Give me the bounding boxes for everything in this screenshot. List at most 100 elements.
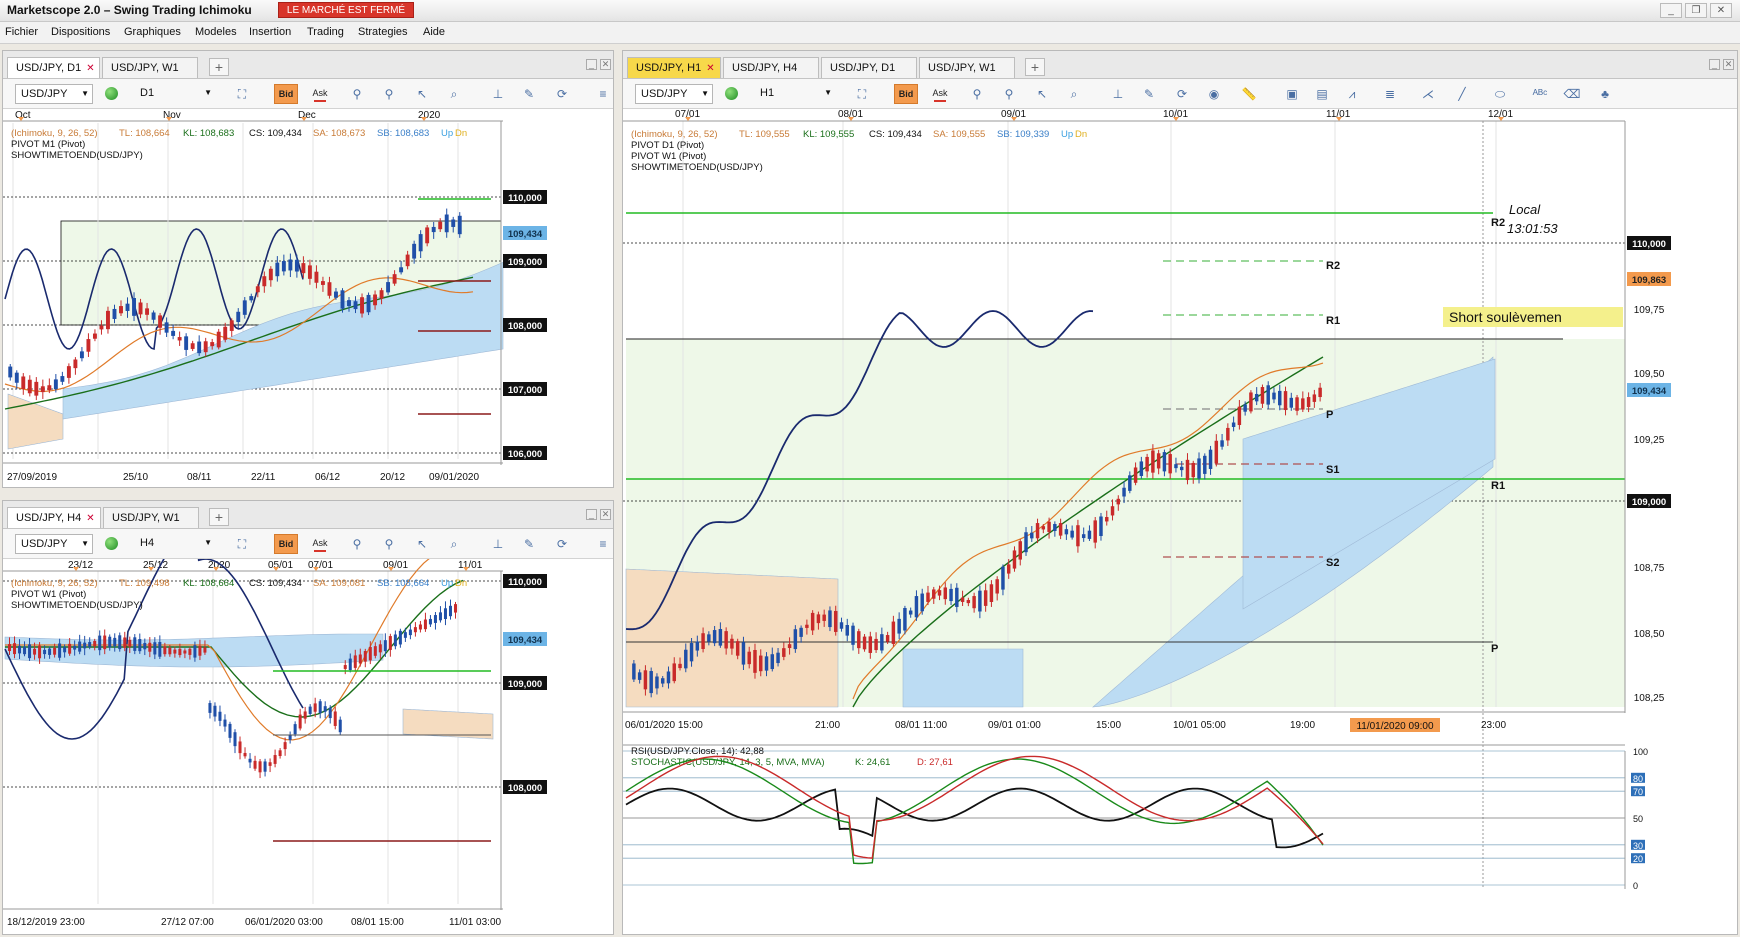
indicator-icon[interactable]: ⊥ — [1109, 85, 1127, 103]
close-tab-icon[interactable]: ✕ — [706, 63, 714, 74]
bid-button[interactable]: Bid — [274, 84, 298, 104]
indicator-icon[interactable]: ⊥ — [489, 85, 507, 103]
indicator-icon[interactable]: ⊥ — [489, 535, 507, 553]
bid-button[interactable]: Bid — [274, 534, 298, 554]
h1-candle — [1058, 523, 1063, 536]
tab-usdjpy-d1[interactable]: USD/JPY, D1 ✕ — [7, 57, 100, 78]
close-icon[interactable]: ✕ — [1710, 3, 1732, 18]
close-panel-icon[interactable]: ✕ — [1723, 59, 1734, 70]
restore-icon[interactable]: ❐ — [1685, 3, 1707, 18]
menu-strategies[interactable]: Strategies — [358, 26, 408, 38]
ask-button[interactable]: Ask — [308, 84, 332, 104]
zoom-icon[interactable]: ⌕ — [445, 85, 463, 103]
ruler-icon[interactable]: 📏 — [1240, 85, 1258, 103]
d1-candle — [307, 265, 312, 279]
chart-toolbar: USD/JPY ▼ H1 ▼ ⛶ Bid Ask ⚲ ⚲ ↖ ⌕ ⊥ ✎ ⟳ ◉ 📏… — [623, 79, 1737, 109]
osc-level-label: 70 — [1633, 787, 1643, 797]
close-panel-icon[interactable]: ✕ — [600, 509, 611, 520]
menu-modeles[interactable]: Modeles — [195, 26, 237, 38]
close-tab-icon[interactable]: ✕ — [86, 513, 94, 524]
zoom-icon[interactable]: ⌕ — [445, 535, 463, 553]
zoom-in-icon[interactable]: ⚲ — [348, 85, 366, 103]
zoom-out-icon[interactable]: ⚲ — [1000, 85, 1018, 103]
symbol-select[interactable]: USD/JPY ▼ — [635, 84, 713, 104]
zoom-in-icon[interactable]: ⚲ — [968, 85, 986, 103]
ask-button[interactable]: Ask — [928, 84, 952, 104]
menu-insertion[interactable]: Insertion — [249, 26, 291, 38]
add-tab-button[interactable]: + — [1025, 58, 1045, 76]
draw-icon[interactable]: ✎ — [520, 535, 538, 553]
d1-candle — [399, 267, 404, 273]
template-icon[interactable]: ▤ — [1313, 85, 1331, 103]
menu-fichier[interactable]: Fichier — [5, 26, 38, 38]
bid-button[interactable]: Bid — [894, 84, 918, 104]
chevron-down-icon: ▼ — [824, 88, 832, 97]
tree-icon[interactable]: ♣ — [1596, 85, 1614, 103]
trendline-icon[interactable]: ╱ — [1453, 85, 1471, 103]
eraser-icon[interactable]: ⌫ — [1563, 85, 1581, 103]
image-icon[interactable]: ▣ — [1283, 85, 1301, 103]
top-axis-label: Dec — [298, 110, 316, 121]
ask-button[interactable]: Ask — [308, 534, 332, 554]
chart-canvas-d1[interactable]: Oct Nov Dec 2020 110,000 109,000 108,000 107,00… — [3, 109, 614, 488]
cursor-icon[interactable]: ↖ — [1033, 85, 1051, 103]
add-tab-button[interactable]: + — [209, 58, 229, 76]
h4-candle — [218, 711, 222, 721]
zoom-out-icon[interactable]: ⚲ — [380, 85, 398, 103]
menu-trading[interactable]: Trading — [307, 26, 344, 38]
globe-tool-icon[interactable]: ◉ — [1205, 85, 1223, 103]
h1-candle — [1174, 464, 1178, 469]
close-panel-icon[interactable]: ✕ — [600, 59, 611, 70]
fibonacci-icon[interactable]: ⩘ — [1343, 85, 1361, 103]
close-tab-icon[interactable]: ✕ — [86, 63, 94, 74]
add-tab-button[interactable]: + — [209, 508, 229, 526]
chart-type-icon[interactable]: ⛶ — [233, 85, 251, 103]
zoom-icon[interactable]: ⌕ — [1065, 85, 1083, 103]
chart-canvas-h4[interactable]: 23/12 25/12 2020 05/01 07/01 09/01 11/01 110,00… — [3, 559, 614, 935]
tab-usdjpy-h1[interactable]: USD/JPY, H1 ✕ — [627, 57, 721, 78]
menu-dispositions[interactable]: Dispositions — [51, 26, 110, 38]
pitchfork-icon[interactable]: ⋌ — [1419, 85, 1437, 103]
symbol-select[interactable]: USD/JPY ▼ — [15, 84, 93, 104]
minimize-panel-icon[interactable]: _ — [586, 59, 597, 70]
tab-usdjpy-w1[interactable]: USD/JPY, W1 — [103, 507, 199, 528]
chart-type-icon[interactable]: ⛶ — [853, 85, 871, 103]
lines-icon[interactable]: ≣ — [1381, 85, 1399, 103]
timeframe-select[interactable]: H4 ▼ — [135, 534, 215, 554]
draw-icon[interactable]: ✎ — [1140, 85, 1158, 103]
menu-icon[interactable]: ≡ — [594, 535, 612, 553]
menu-aide[interactable]: Aide — [423, 26, 445, 38]
tab-usdjpy-w1[interactable]: USD/JPY, W1 — [102, 57, 198, 78]
minimize-icon[interactable]: _ — [1660, 3, 1682, 18]
minimize-panel-icon[interactable]: _ — [586, 509, 597, 520]
tab-usdjpy-h4[interactable]: USD/JPY, H4 ✕ — [7, 507, 101, 528]
text-tool-icon[interactable]: ᴬᴮᶜ — [1531, 85, 1549, 103]
minimize-panel-icon[interactable]: _ — [1709, 59, 1720, 70]
cursor-icon[interactable]: ↖ — [413, 85, 431, 103]
chart-type-icon[interactable]: ⛶ — [233, 535, 251, 553]
d1-candle — [327, 282, 332, 296]
refresh-icon[interactable]: ⟳ — [553, 85, 571, 103]
h4-candle — [103, 635, 107, 650]
draw-icon[interactable]: ✎ — [520, 85, 538, 103]
tab-usdjpy-d1[interactable]: USD/JPY, D1 — [821, 57, 917, 78]
globe-icon[interactable] — [105, 87, 118, 100]
refresh-icon[interactable]: ⟳ — [1173, 85, 1191, 103]
chart-canvas-h1[interactable]: 07/01 08/01 09/01 10/01 11/01 12/01R2R2R1PS1R… — [623, 109, 1738, 935]
tab-usdjpy-w1[interactable]: USD/JPY, W1 — [919, 57, 1015, 78]
tab-usdjpy-h4[interactable]: USD/JPY, H4 — [723, 57, 819, 78]
d1-candle — [236, 311, 241, 323]
menu-graphiques[interactable]: Graphiques — [124, 26, 181, 38]
zoom-out-icon[interactable]: ⚲ — [380, 535, 398, 553]
timeframe-select[interactable]: H1 ▼ — [755, 84, 835, 104]
refresh-icon[interactable]: ⟳ — [553, 535, 571, 553]
globe-icon[interactable] — [105, 537, 118, 550]
globe-icon[interactable] — [725, 87, 738, 100]
cursor-icon[interactable]: ↖ — [413, 535, 431, 553]
ellipse-icon[interactable]: ⬭ — [1491, 85, 1509, 103]
menu-icon[interactable]: ≡ — [594, 85, 612, 103]
zoom-in-icon[interactable]: ⚲ — [348, 535, 366, 553]
h1-candle — [672, 663, 676, 682]
timeframe-select[interactable]: D1 ▼ — [135, 84, 215, 104]
symbol-select[interactable]: USD/JPY ▼ — [15, 534, 93, 554]
